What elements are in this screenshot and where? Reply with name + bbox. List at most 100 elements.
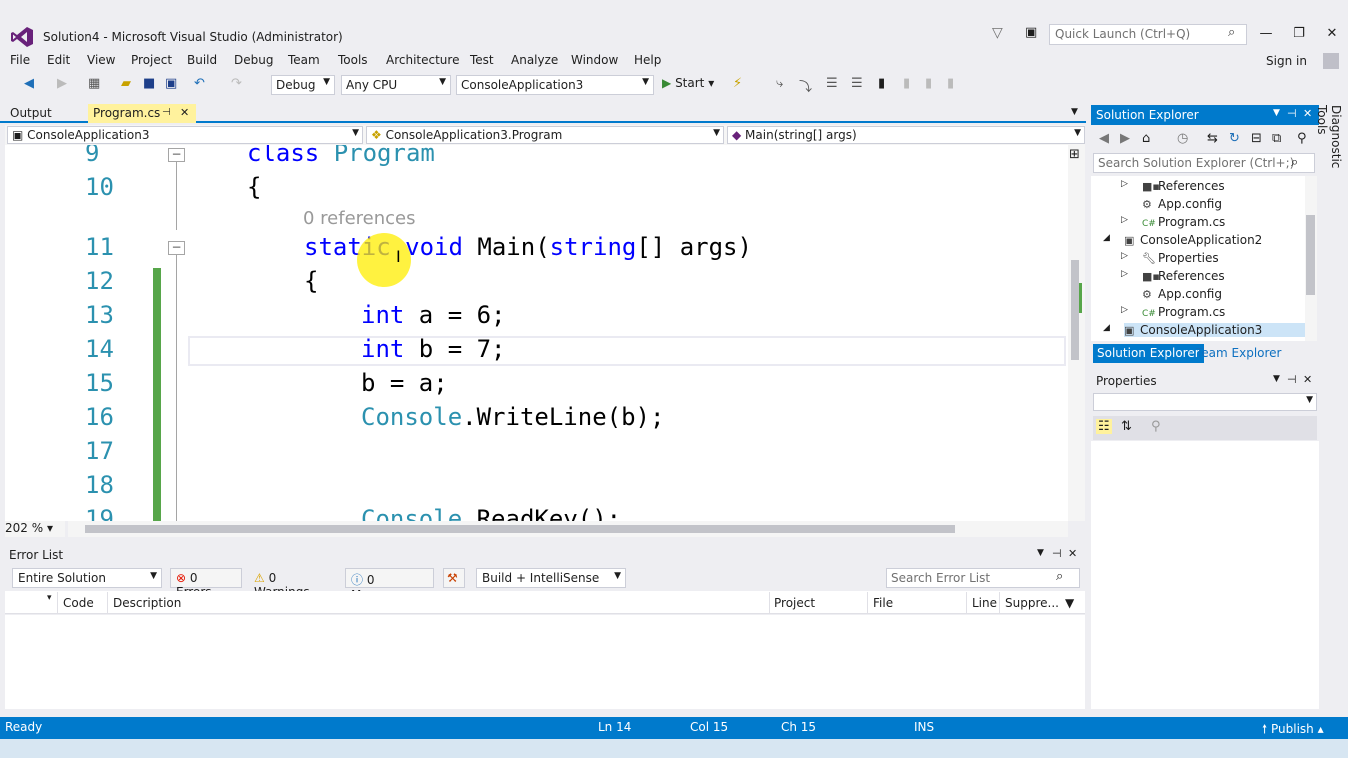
tab-program-cs[interactable]: Program.cs ⊣ ✕ [88,104,196,123]
pin-icon[interactable]: ⊣ [1052,547,1062,560]
expand-icon[interactable]: ▷ [1121,215,1128,225]
menu-analyze[interactable]: Analyze [511,53,558,67]
codelens-references[interactable]: 0 references [303,208,416,229]
close-icon[interactable]: ✕ [1303,107,1312,120]
column-code[interactable]: Code [63,596,94,610]
step-into-icon[interactable]: ⤷ [776,76,783,91]
sync-icon[interactable]: ⇆ [1207,131,1218,146]
menu-tools[interactable]: Tools [338,53,368,67]
bookmark-icon[interactable]: ▮ [878,76,885,91]
dropdown-icon[interactable]: ▼ [1273,108,1280,118]
tab-output[interactable]: Output [3,104,59,123]
collapse-all-icon[interactable]: ⊟ [1251,131,1262,146]
solution-config-select[interactable]: Debug ▼ [271,75,335,95]
tree-item[interactable]: ▷ C# Program.cs [1121,305,1225,319]
tree-item-selected[interactable]: ◢ ▣ ConsoleApplication3 [1103,323,1308,337]
show-all-files-icon[interactable]: ⧉ [1272,131,1281,146]
property-pages-icon[interactable]: ⚲ [1151,419,1161,434]
save-icon[interactable]: ■ [143,76,155,91]
solution-explorer-search[interactable]: Search Solution Explorer (Ctrl+;) [1093,153,1315,173]
collapse-icon[interactable]: ◢ [1103,323,1110,333]
diagnostic-tools-tab[interactable]: Diagnostic Tools [1315,105,1343,200]
expand-icon[interactable]: ▷ [1121,179,1128,189]
clear-bookmarks-icon[interactable]: ▮ [947,76,954,91]
tree-item[interactable]: ▷ 🔧︎ Properties [1121,251,1219,265]
code-editor[interactable]: − − 9 10 11 12 13 14 15 16 17 18 19 0 re… [5,145,1068,521]
feedback-icon[interactable]: ▣ [1025,25,1037,40]
close-tab-icon[interactable]: ✕ [180,106,189,119]
close-icon[interactable]: ✕ [1303,373,1312,386]
search-icon[interactable]: ⌕ [1291,155,1298,170]
menu-project[interactable]: Project [131,53,172,67]
pending-changes-icon[interactable]: ◷ [1177,131,1188,146]
column-file[interactable]: File [873,596,893,610]
alphabetical-icon[interactable]: ⇅ [1121,419,1132,434]
zoom-level-select[interactable]: 202 % ▾ [5,521,65,537]
menu-debug[interactable]: Debug [234,53,273,67]
dropdown-icon[interactable]: ▼ [1273,374,1280,384]
step-over-icon[interactable]: ⤵ [799,76,812,95]
messages-filter-button[interactable]: ⓘ 0 Messages [345,568,434,602]
browser-link-icon[interactable]: ⚡ [733,76,742,91]
member-dropdown[interactable]: ◆ Main(string[] args) ▼ [727,126,1085,144]
menu-edit[interactable]: Edit [47,53,70,67]
column-suppression[interactable]: Suppre... [1005,596,1059,610]
start-button[interactable]: ▶ Start ▾ [662,76,714,90]
save-all-icon[interactable]: ▣ [165,76,177,91]
tree-item[interactable]: ▷ ■▪References [1121,179,1225,193]
expand-icon[interactable]: ▷ [1121,269,1128,279]
split-editor-icon[interactable]: ⊞ [1069,147,1080,162]
errors-filter-button[interactable]: ⊗ 0 Errors [170,568,242,599]
platform-select[interactable]: Any CPU ▼ [341,75,451,95]
menu-view[interactable]: View [87,53,115,67]
dropdown-icon[interactable]: ▼ [1037,548,1044,558]
collapse-icon[interactable]: ◢ [1103,233,1110,243]
collapse-method-icon[interactable]: − [168,241,185,255]
tab-solution-explorer[interactable]: Solution Explorer [1093,344,1204,363]
horizontal-scroll-thumb[interactable] [85,525,955,533]
properties-object-select[interactable]: ▼ [1093,393,1317,411]
close-window-button[interactable]: ✕ [1322,26,1342,41]
account-icon[interactable] [1323,53,1339,69]
tree-item[interactable]: ⚙ App.config [1142,197,1222,211]
error-scope-select[interactable]: Entire Solution ▼ [12,568,162,588]
publish-button[interactable]: 🠕 Publish ▴ [1262,720,1324,741]
menu-test[interactable]: Test [470,53,494,67]
column-description[interactable]: Description [113,596,181,610]
forward-icon[interactable]: ▶ [1120,131,1130,146]
tree-item[interactable]: ◢ ▣ ConsoleApplication2 [1103,233,1262,247]
pin-icon[interactable]: ⊣ [162,107,171,118]
tab-overflow-icon[interactable]: ▼ [1071,107,1078,117]
menu-team[interactable]: Team [288,53,320,67]
outdent-icon[interactable]: ☰ [851,76,863,91]
search-icon[interactable]: ⌕ [1056,569,1063,584]
forward-icon[interactable]: ▶ [57,76,67,91]
categorized-icon[interactable]: ☷ [1096,419,1112,434]
search-icon[interactable]: ⌕ [1228,25,1235,40]
warnings-filter-button[interactable]: ⚠ 0 Warnings [248,568,338,599]
filter-icon[interactable]: ▽ [992,25,1003,41]
minimize-button[interactable]: — [1256,26,1276,41]
open-folder-icon[interactable]: ▰ [121,76,131,91]
column-project[interactable]: Project [774,596,815,610]
menu-file[interactable]: File [10,53,30,67]
menu-help[interactable]: Help [634,53,661,67]
quick-launch-input[interactable]: Quick Launch (Ctrl+Q) [1049,24,1247,45]
next-bookmark-icon[interactable]: ▮ [925,76,932,91]
redo-icon[interactable]: ↷ [231,76,242,91]
filter-toggle-button[interactable]: ⚒ [443,568,465,588]
refresh-icon[interactable]: ↻ [1229,131,1240,146]
home-icon[interactable]: ⌂ [1142,131,1150,146]
project-dropdown[interactable]: ▣ ConsoleApplication3 ▼ [7,126,363,144]
new-project-icon[interactable]: ▦ [88,76,100,91]
class-dropdown[interactable]: ❖ ConsoleApplication3.Program ▼ [366,126,724,144]
tab-team-explorer[interactable]: Team Explorer [1192,344,1286,362]
expand-icon[interactable]: ▷ [1121,251,1128,261]
pin-icon[interactable]: ⊣ [1287,373,1297,386]
collapse-class-icon[interactable]: − [168,148,185,162]
back-icon[interactable]: ◀ [1099,131,1109,146]
startup-project-select[interactable]: ConsoleApplication3 ▼ [456,75,654,95]
undo-icon[interactable]: ↶ [194,76,205,91]
tree-item[interactable]: ▷ ■▪References [1121,269,1225,283]
sign-in-link[interactable]: Sign in [1266,54,1307,68]
